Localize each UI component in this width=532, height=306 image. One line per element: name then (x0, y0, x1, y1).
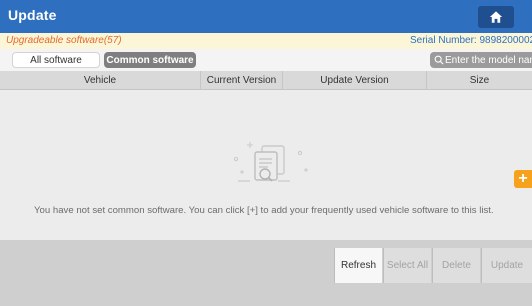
empty-document-search-icon (233, 142, 308, 182)
title-bar: Update (0, 0, 532, 33)
column-update-version: Update Version (283, 71, 427, 90)
refresh-button[interactable]: Refresh (334, 248, 382, 283)
search-placeholder: Enter the model name (445, 54, 532, 66)
column-current-version: Current Version (201, 71, 283, 90)
column-size: Size (469, 75, 490, 86)
select-all-button[interactable]: Select All (383, 248, 431, 283)
tab-all-software[interactable]: All software (12, 52, 100, 68)
tab-common-software[interactable]: Common software (104, 52, 196, 68)
serial-number: Serial Number: 989820000213 (410, 35, 532, 46)
column-vehicle: Vehicle (0, 71, 201, 90)
tab-bar: All software Common software Enter the m… (0, 49, 532, 71)
table-header: Vehicle Current Version Update Version S… (0, 71, 532, 90)
home-button[interactable] (478, 6, 514, 28)
search-input[interactable]: Enter the model name (430, 52, 532, 68)
update-button[interactable]: Update (481, 248, 532, 283)
delete-button[interactable]: Delete (432, 248, 480, 283)
add-software-button[interactable]: + (514, 170, 532, 188)
page-title: Update (8, 7, 57, 23)
empty-message: You have not set common software. You ca… (34, 205, 494, 216)
info-bar: Upgradeable software(57) Serial Number: … (0, 33, 532, 49)
upgradeable-count: Upgradeable software(57) (6, 35, 122, 46)
search-icon (434, 55, 444, 65)
home-icon (489, 11, 503, 23)
action-bar: Refresh Select All Delete Update (0, 240, 532, 306)
